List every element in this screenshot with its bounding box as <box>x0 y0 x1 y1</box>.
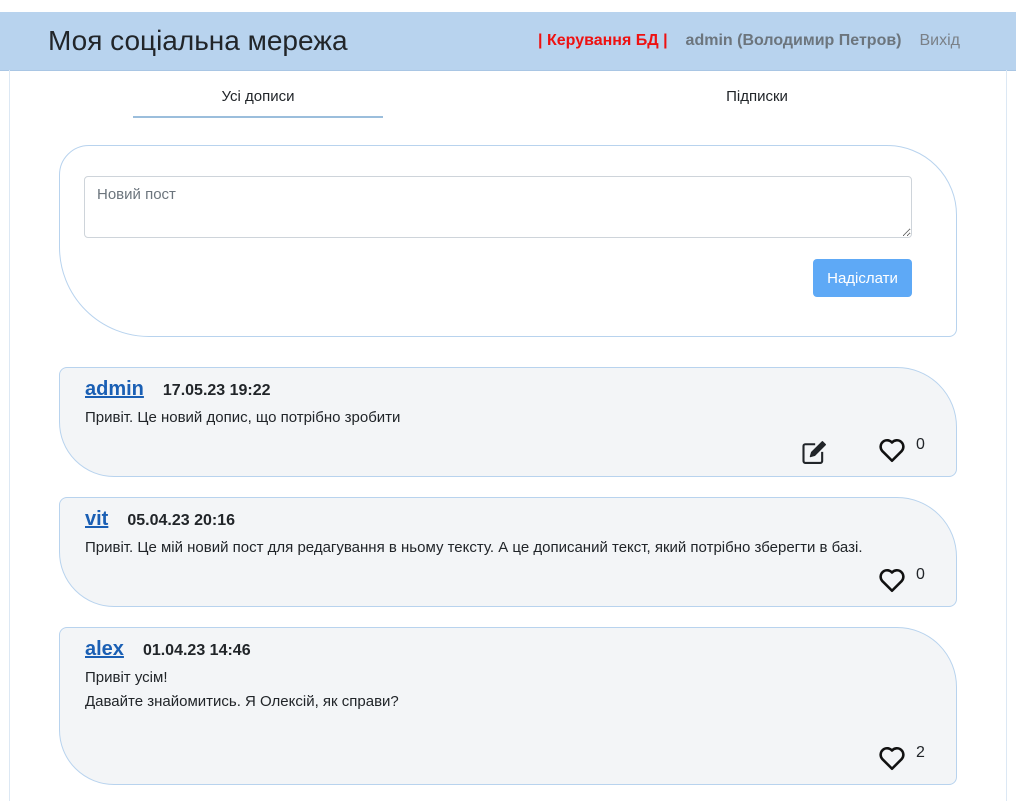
post-header: vit 05.04.23 20:16 <box>85 508 235 531</box>
pencil-square-icon[interactable] <box>800 439 828 467</box>
post-text-line: Привіт усім! <box>85 669 168 686</box>
post-header: alex 01.04.23 14:46 <box>85 638 251 661</box>
post-author-link[interactable]: alex <box>85 638 124 661</box>
like-count: 0 <box>916 436 925 453</box>
new-post-input[interactable] <box>84 176 912 238</box>
post-author-link[interactable]: vit <box>85 508 108 531</box>
post-date: 17.05.23 19:22 <box>162 382 271 399</box>
page: Моя соціальна мережа | Керування БД | ad… <box>0 0 1018 801</box>
db-admin-link[interactable]: | Керування БД | <box>538 32 668 50</box>
tab-all-posts[interactable]: Усі дописи <box>133 88 383 118</box>
site-title[interactable]: Моя соціальна мережа <box>48 25 348 57</box>
post-author-link[interactable]: admin <box>85 378 144 401</box>
send-button[interactable]: Надіслати <box>813 259 912 297</box>
post-text: Привіт усім! Давайте знайомитись. Я Олек… <box>85 666 399 714</box>
heart-outline-icon[interactable] <box>878 745 906 771</box>
new-post-card: Надіслати <box>59 145 957 337</box>
current-user-label: admin (Володимир Петров) <box>685 32 902 49</box>
tab-subscriptions[interactable]: Підписки <box>632 88 882 118</box>
logout-link[interactable]: Вихід <box>920 32 961 50</box>
like-count: 0 <box>916 566 925 583</box>
post-header: admin 17.05.23 19:22 <box>85 378 271 401</box>
post-text: Привіт. Це мій новий пост для редагуванн… <box>85 536 862 560</box>
post-text: Привіт. Це новий допис, що потрібно зроб… <box>85 406 400 430</box>
navbar-right: | Керування БД | admin (Володимир Петров… <box>538 32 960 50</box>
post-text-line: Давайте знайомитись. Я Олексій, як справ… <box>85 693 399 710</box>
navbar: Моя соціальна мережа | Керування БД | ad… <box>0 12 1016 71</box>
post-card: vit 05.04.23 20:16 Привіт. Це мій новий … <box>59 497 957 607</box>
post-card: admin 17.05.23 19:22 Привіт. Це новий до… <box>59 367 957 477</box>
tabs: Усі дописи Підписки <box>0 70 1018 120</box>
post-text-line: Привіт. Це новий допис, що потрібно зроб… <box>85 409 401 426</box>
heart-outline-icon[interactable] <box>878 437 906 463</box>
like-count: 2 <box>916 744 925 761</box>
post-date: 05.04.23 20:16 <box>127 512 235 529</box>
heart-outline-icon[interactable] <box>878 567 906 593</box>
post-text-line: Привіт. Це мій новий пост для редагуванн… <box>85 539 863 556</box>
post-card: alex 01.04.23 14:46 Привіт усім! Давайте… <box>59 627 957 785</box>
post-date: 01.04.23 14:46 <box>142 642 251 659</box>
